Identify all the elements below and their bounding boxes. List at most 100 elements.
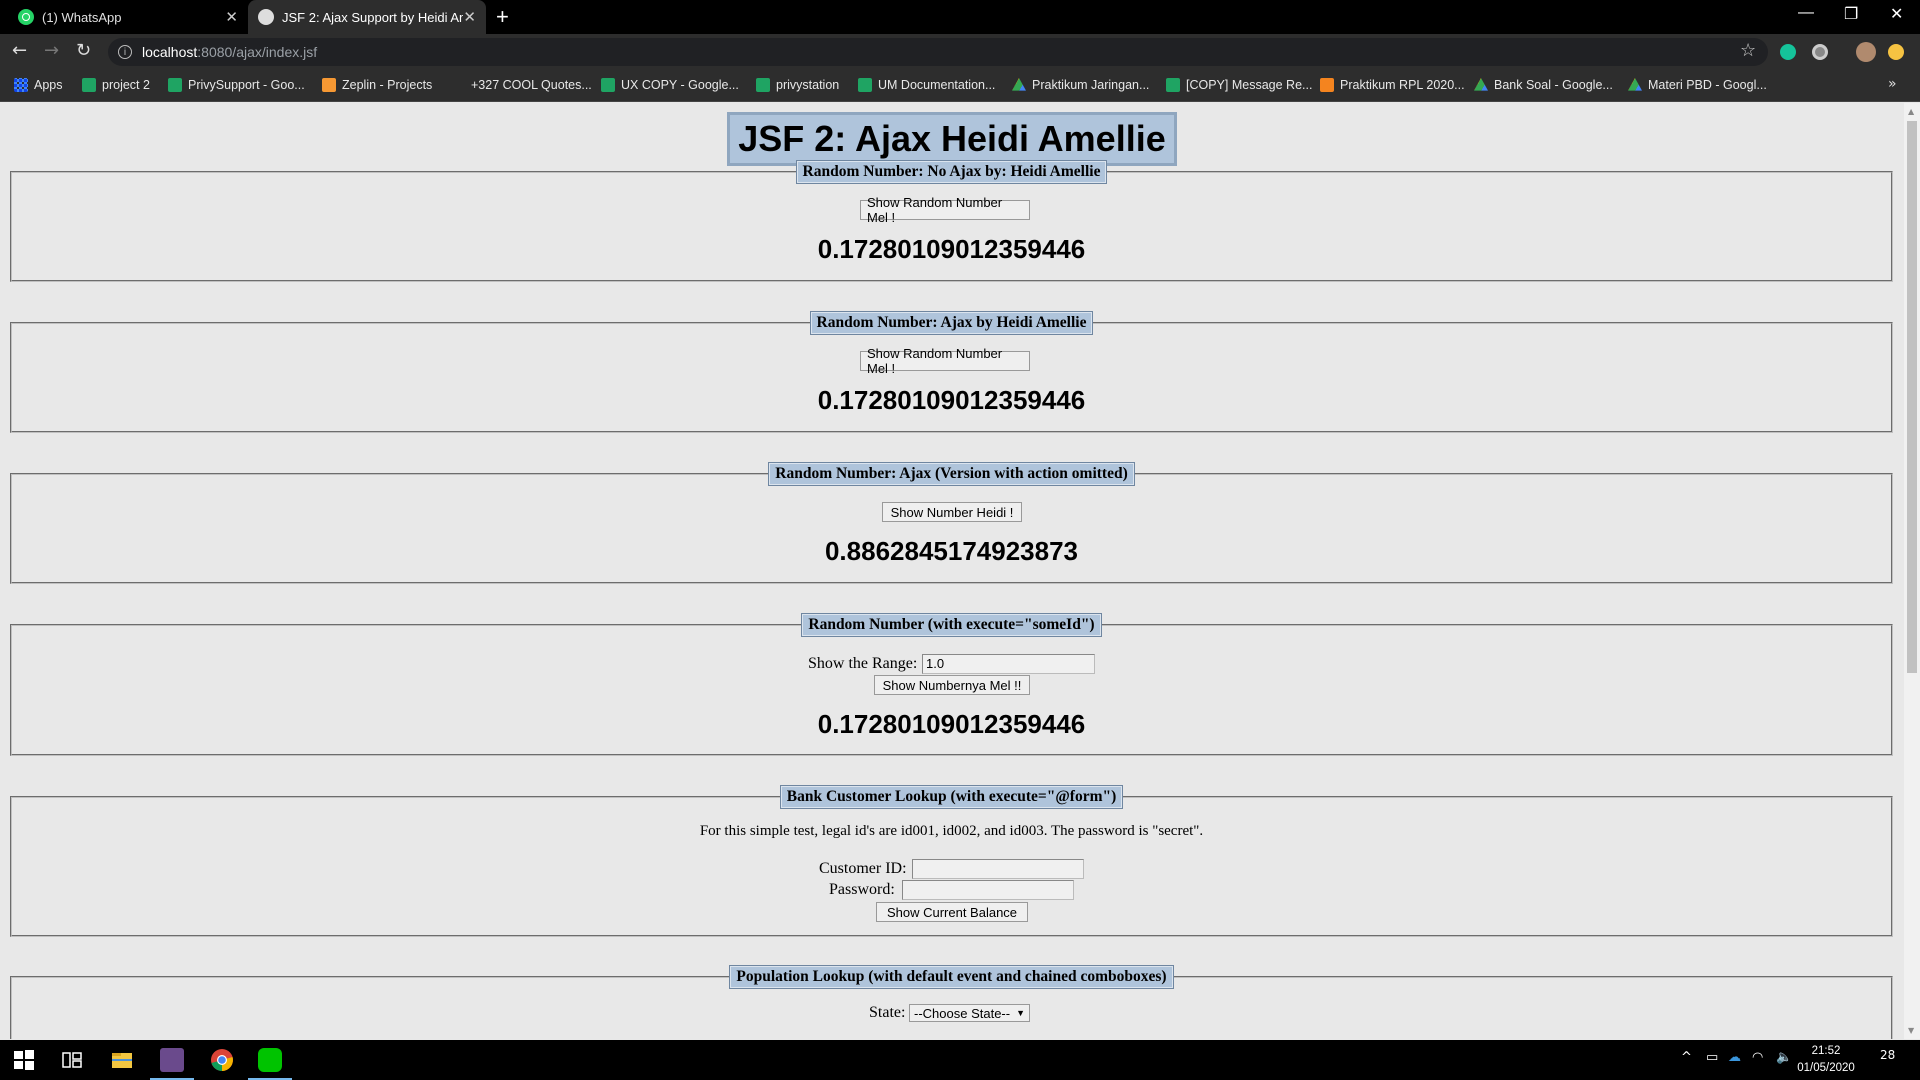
back-arrow-icon[interactable]: ← (12, 40, 27, 61)
range-label: Show the Range: (808, 655, 918, 672)
line-app-icon[interactable] (248, 1048, 292, 1080)
bookmark-privysupport[interactable]: PrivySupport - Goo... (168, 78, 305, 92)
show-current-balance-button[interactable]: Show Current Balance (876, 902, 1028, 922)
section-legend: Random Number: Ajax by Heidi Amellie (809, 311, 1094, 335)
bookmark-label: Praktikum Jaringan... (1032, 78, 1150, 92)
bookmarks-bar: Apps project 2 PrivySupport - Goo... Zep… (0, 70, 1920, 102)
notification-count: 28 (1880, 1048, 1896, 1062)
bookmark-label: privystation (776, 78, 840, 92)
state-select[interactable]: --Choose State-- ▼ (909, 1004, 1031, 1022)
bookmark-label: UX COPY - Google... (621, 78, 739, 92)
reload-icon[interactable]: ↻ (76, 40, 91, 61)
section-legend: Random Number: Ajax (Version with action… (768, 462, 1135, 486)
bookmark-copy-message[interactable]: [COPY] Message Re... (1166, 78, 1312, 92)
notifications-icon[interactable]: 28 (1880, 1048, 1895, 1062)
wifi-icon[interactable]: ◠ (1752, 1050, 1763, 1065)
info-icon[interactable]: i (118, 45, 132, 59)
more-bookmarks-icon[interactable]: » (1888, 76, 1897, 92)
close-tab-icon[interactable]: ✕ (225, 8, 238, 26)
browser-toolbar: ← → ↻ i localhost:8080/ajax/index.jsf ☆ (0, 34, 1920, 70)
bookmark-label: Praktikum RPL 2020... (1340, 78, 1465, 92)
bookmark-label: +327 COOL Quotes... (471, 78, 592, 92)
game-app-icon[interactable] (150, 1048, 194, 1080)
bookmark-label: UM Documentation... (878, 78, 996, 92)
address-bar[interactable]: i localhost:8080/ajax/index.jsf (108, 38, 1768, 66)
section-legend: Bank Customer Lookup (with execute="@for… (779, 785, 1124, 809)
profile-avatar[interactable] (1856, 42, 1876, 62)
show-random-number-button[interactable]: Show Random Number Mel ! (860, 195, 1030, 225)
scroll-up-arrow-icon[interactable]: ▲ (1908, 107, 1914, 116)
sheets-icon (82, 78, 96, 92)
tab-jsf-ajax[interactable]: JSF 2: Ajax Support by Heidi Amellie ✕ (248, 0, 486, 34)
bookmark-label: Materi PBD - Googl... (1648, 78, 1767, 92)
customer-id-label: Customer ID: (819, 860, 907, 877)
restore-icon[interactable]: ❐ (1844, 4, 1858, 24)
sheets-icon (168, 78, 182, 92)
bookmark-privystation[interactable]: privystation (756, 78, 839, 92)
task-view-icon[interactable] (60, 1048, 84, 1072)
drive-icon (1474, 78, 1488, 91)
drive-icon (1012, 78, 1026, 91)
bookmark-label: Bank Soal - Google... (1494, 78, 1613, 92)
bookmark-praktikum-jaringan[interactable]: Praktikum Jaringan... (1012, 78, 1149, 92)
bookmark-bank-soal[interactable]: Bank Soal - Google... (1474, 78, 1613, 92)
bookmark-project-2[interactable]: project 2 (82, 78, 150, 92)
show-number-button[interactable]: Show Number Heidi ! (882, 502, 1022, 522)
bookmark-label: Apps (34, 78, 63, 92)
customer-id-input[interactable] (912, 859, 1084, 879)
section-ajax: Random Number: Ajax by Heidi Amellie Sho… (10, 311, 1893, 433)
tray-chevron-icon[interactable]: ^ (1681, 1050, 1692, 1065)
page-title: JSF 2: Ajax Heidi Amellie (727, 112, 1177, 166)
state-selected-value: --Choose State-- (914, 1005, 1011, 1021)
windows-start-icon[interactable] (12, 1048, 36, 1072)
password-input[interactable] (902, 880, 1074, 900)
battery-icon[interactable]: ▭ (1706, 1050, 1718, 1065)
bookmark-star-icon[interactable]: ☆ (1740, 40, 1756, 61)
bookmark-praktikum-rpl[interactable]: Praktikum RPL 2020... (1320, 78, 1465, 92)
random-number-result: 0.17280109012359446 (817, 234, 1086, 264)
record-extension-icon[interactable] (1812, 44, 1828, 60)
forward-arrow-icon[interactable]: → (44, 40, 59, 61)
bookmark-cool-quotes[interactable]: +327 COOL Quotes... (471, 78, 592, 92)
sheets-icon (1166, 78, 1180, 92)
section-ajax-action-omitted: Random Number: Ajax (Version with action… (10, 462, 1893, 584)
close-tab-icon[interactable]: ✕ (463, 8, 476, 26)
section-bank-customer-lookup: Bank Customer Lookup (with execute="@for… (10, 785, 1893, 937)
chrome-icon[interactable] (210, 1048, 234, 1072)
bookmark-label: project 2 (102, 78, 150, 92)
section-no-ajax: Random Number: No Ajax by: Heidi Amellie… (10, 160, 1893, 282)
bookmark-zeplin[interactable]: Zeplin - Projects (322, 78, 432, 92)
system-clock[interactable]: 21:52 01/05/2020 (1790, 1043, 1862, 1077)
bookmark-label: Zeplin - Projects (342, 78, 433, 92)
bookmark-materi-pbd[interactable]: Materi PBD - Googl... (1628, 78, 1767, 92)
bookmark-label: PrivySupport - Goo... (188, 78, 305, 92)
drive-icon (1628, 78, 1642, 91)
sheets-icon (601, 78, 615, 92)
extension-icon[interactable] (1888, 44, 1904, 60)
file-explorer-icon[interactable] (110, 1048, 134, 1072)
section-population-lookup: Population Lookup (with default event an… (10, 965, 1893, 1039)
minimize-icon[interactable]: — (1798, 4, 1814, 22)
bookmark-apps[interactable]: Apps (14, 78, 63, 92)
random-number-result: 0.8862845174923873 (824, 536, 1079, 566)
tab-title: (1) WhatsApp (42, 9, 122, 25)
vertical-scrollbar[interactable]: ▲ ▼ (1904, 103, 1920, 1039)
grammarly-extension-icon[interactable] (1780, 44, 1796, 60)
lookup-instructions: For this simple test, legal id's are id0… (699, 823, 1204, 839)
range-input[interactable]: 1.0 (922, 654, 1095, 674)
window-close-icon[interactable]: ✕ (1890, 4, 1903, 24)
sheets-icon (858, 78, 872, 92)
bookmark-um-documentation[interactable]: UM Documentation... (858, 78, 995, 92)
onedrive-icon[interactable]: ☁ (1728, 1050, 1741, 1065)
page-content: JSF 2: Ajax Heidi Amellie Random Number:… (0, 103, 1904, 1039)
bookmark-label: [COPY] Message Re... (1186, 78, 1313, 92)
section-legend: Population Lookup (with default event an… (729, 965, 1174, 989)
tab-whatsapp[interactable]: (1) WhatsApp ✕ (8, 0, 248, 34)
bookmark-ux-copy[interactable]: UX COPY - Google... (601, 78, 739, 92)
scroll-down-arrow-icon[interactable]: ▼ (1908, 1026, 1914, 1035)
show-numbernya-button[interactable]: Show Numbernya Mel !! (874, 675, 1030, 695)
whatsapp-icon (18, 9, 34, 25)
new-tab-button[interactable]: + (496, 4, 509, 30)
scrollbar-thumb[interactable] (1907, 121, 1917, 673)
show-random-number-button[interactable]: Show Random Number Mel ! (860, 346, 1030, 376)
